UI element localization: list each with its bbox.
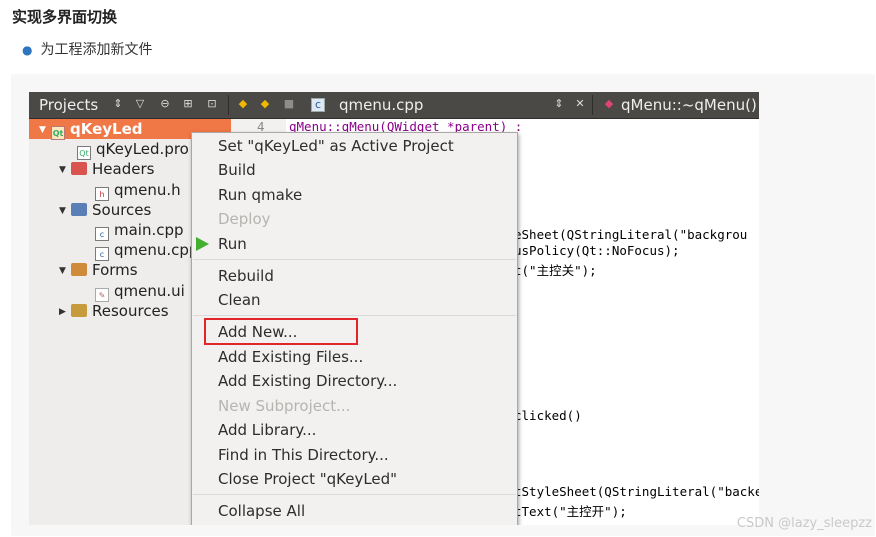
tree-folder-sources[interactable]: ▼ Sources <box>59 200 151 220</box>
file-dropdown-icon[interactable]: ⇕ <box>553 98 565 110</box>
code-line: tText("主控开"); <box>514 504 627 519</box>
context-menu: Set "qKeyLed" as Active Project Build Ru… <box>191 132 518 525</box>
sources-folder-icon <box>71 203 87 216</box>
resources-folder-icon <box>71 304 87 317</box>
menu-add-library[interactable]: Add Library... <box>218 420 316 440</box>
symbol-icon: ◆ <box>604 97 614 110</box>
menu-separator <box>193 259 516 260</box>
tree-item-qmenu-h[interactable]: h qmenu.h <box>95 180 181 201</box>
cpp-file-icon: c <box>95 227 109 241</box>
tree-item-qmenu-cpp[interactable]: c qmenu.cpp <box>95 240 199 261</box>
project-label: qKeyLed <box>70 120 143 138</box>
header-file-icon: h <box>95 187 109 201</box>
toolbar-divider <box>228 95 229 115</box>
tree-folder-forms[interactable]: ▼ Forms <box>59 260 138 280</box>
tree-item-label: Resources <box>92 302 169 320</box>
forms-folder-icon <box>71 263 87 276</box>
split-icon[interactable]: ⊞ <box>182 98 194 110</box>
pro-file-icon: Qt <box>77 146 91 160</box>
bullet-dot: ● <box>22 43 33 57</box>
tree-project-qkeyled[interactable]: ▼ Qt qKeyLed <box>39 119 143 140</box>
tree-item-label: Headers <box>92 160 155 178</box>
menu-close-project[interactable]: Close Project "qKeyLed" <box>218 469 397 489</box>
project-icon: Qt <box>51 126 65 140</box>
cpp-file-icon: c <box>95 247 109 261</box>
forward-arrow-icon[interactable]: ◆ <box>259 98 271 110</box>
expand-arrow-icon[interactable]: ▼ <box>59 160 71 180</box>
expand-arrow-icon[interactable]: ▼ <box>59 201 71 221</box>
article-bullet: ● 为工程添加新文件 <box>22 39 152 59</box>
expand-arrow-icon[interactable]: ▼ <box>39 120 51 140</box>
menu-separator <box>193 494 516 495</box>
menu-run[interactable]: Run <box>218 234 247 254</box>
menu-find-in-directory[interactable]: Find in This Directory... <box>218 445 389 465</box>
expand-arrow-icon[interactable]: ▼ <box>59 261 71 281</box>
tree-item-label: qmenu.ui <box>114 282 185 300</box>
tree-item-label: qKeyLed.pro <box>96 140 189 158</box>
qt-creator-screenshot: Projects ⇕ ▽ ⊖ ⊞ ⊡ ◆ ◆ ■ c qmenu.cpp ⇕ ✕… <box>29 92 759 525</box>
code-line: usPolicy(Qt::NoFocus); <box>514 243 680 258</box>
spin-arrows-icon[interactable]: ⇕ <box>112 98 124 110</box>
menu-clean[interactable]: Clean <box>218 290 261 310</box>
menu-add-existing-directory[interactable]: Add Existing Directory... <box>218 371 397 391</box>
menu-deploy: Deploy <box>218 210 271 228</box>
filter-icon[interactable]: ▽ <box>134 98 146 110</box>
menu-set-active-project[interactable]: Set "qKeyLed" as Active Project <box>218 136 454 156</box>
cpp-file-icon: c <box>311 98 325 112</box>
menu-run-qmake[interactable]: Run qmake <box>218 185 302 205</box>
tree-folder-resources[interactable]: ▶ Resources <box>59 301 169 321</box>
menu-new-subproject: New Subproject... <box>218 397 351 415</box>
menu-rebuild[interactable]: Rebuild <box>218 266 274 286</box>
tree-item-label: qmenu.h <box>114 181 181 199</box>
menu-add-existing-files[interactable]: Add Existing Files... <box>218 347 363 367</box>
tree-item-label: Sources <box>92 201 152 219</box>
close-pane-icon[interactable]: ⊡ <box>206 98 218 110</box>
close-file-icon[interactable]: ✕ <box>574 98 586 110</box>
bullet-text: 为工程添加新文件 <box>40 42 153 58</box>
tree-item-qmenu-ui[interactable]: ✎ qmenu.ui <box>95 281 185 302</box>
menu-separator <box>193 315 516 316</box>
open-file-name[interactable]: qmenu.cpp <box>339 96 423 114</box>
highlight-box <box>204 318 358 345</box>
tree-item-label: main.cpp <box>114 221 184 239</box>
code-line: clicked() <box>514 408 582 423</box>
menu-build[interactable]: Build <box>218 160 256 180</box>
watermark: CSDN @lazy_sleepzz <box>736 516 872 531</box>
tree-item-label: Forms <box>92 261 138 279</box>
article-heading: 实现多界面切换 <box>12 8 118 26</box>
ui-file-icon: ✎ <box>95 288 109 302</box>
function-selector[interactable]: qMenu::~qMenu() <box>621 96 757 114</box>
headers-folder-icon <box>71 162 87 175</box>
toolbar-divider-2 <box>592 95 593 115</box>
back-arrow-icon[interactable]: ◆ <box>237 98 249 110</box>
code-line: eSheet(QStringLiteral("backgrou <box>514 227 748 242</box>
tree-item-label: qmenu.cpp <box>114 241 199 259</box>
code-line: tStyleSheet(QStringLiteral("backe <box>514 484 759 499</box>
projects-selector[interactable]: Projects <box>39 96 98 114</box>
collapse-arrow-icon[interactable]: ▶ <box>59 302 71 322</box>
tree-item-pro-file[interactable]: Qt qKeyLed.pro <box>77 139 189 160</box>
toolbar: Projects ⇕ ▽ ⊖ ⊞ ⊡ ◆ ◆ ■ c qmenu.cpp ⇕ ✕… <box>29 92 759 119</box>
menu-collapse-all[interactable]: Collapse All <box>218 501 305 521</box>
code-line: t("主控关"); <box>514 263 597 278</box>
run-icon <box>196 237 209 251</box>
lock-icon[interactable]: ■ <box>283 98 295 110</box>
tree-item-main-cpp[interactable]: c main.cpp <box>95 220 184 241</box>
link-icon[interactable]: ⊖ <box>159 98 171 110</box>
tree-folder-headers[interactable]: ▼ Headers <box>59 159 154 179</box>
